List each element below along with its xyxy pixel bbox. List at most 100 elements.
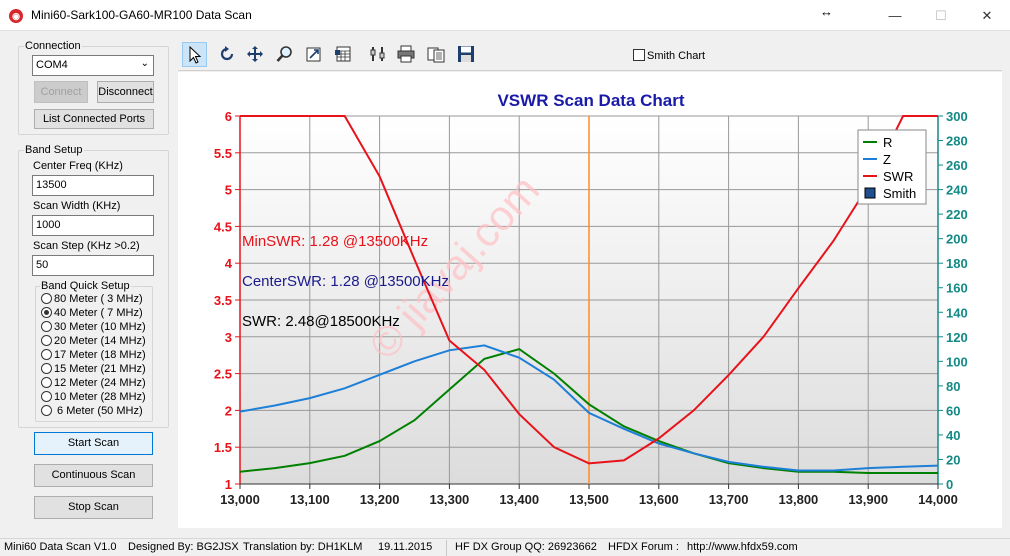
y-left-tick-label: 1.5 — [214, 440, 232, 455]
smith-chart-label: Smith Chart — [647, 50, 706, 62]
x-tick-label: 13,100 — [290, 492, 330, 507]
y-right-tick-label: 140 — [946, 305, 968, 320]
connect-button[interactable]: Connect — [34, 81, 88, 103]
band-radio-label: 30 Meter (10 MHz) — [54, 321, 146, 333]
band-radio-option[interactable]: 10 Meter (28 MHz) — [41, 391, 146, 404]
radio-button-icon[interactable] — [41, 307, 52, 318]
y-right-tick-label: 100 — [946, 354, 968, 369]
y-left-tick-label: 4.5 — [214, 219, 232, 234]
rotate-icon[interactable] — [215, 42, 240, 67]
maximize-button[interactable]: ☐ — [918, 0, 964, 31]
title-bar: ◉ Mini60-Sark100-GA60-MR100 Data Scan ↔ … — [0, 0, 1010, 31]
radio-button-icon[interactable] — [41, 391, 52, 402]
print-icon[interactable] — [394, 42, 419, 67]
export-icon[interactable] — [302, 42, 327, 67]
band-radio-label: 10 Meter (28 MHz) — [54, 391, 146, 403]
y-right-tick-label: 300 — [946, 109, 968, 124]
band-radio-option[interactable]: 15 Meter (21 MHz) — [41, 363, 146, 376]
start-scan-button[interactable]: Start Scan — [34, 432, 153, 455]
x-tick-label: 13,700 — [709, 492, 749, 507]
band-radio-option[interactable]: 40 Meter ( 7 MHz) — [41, 307, 143, 320]
y-right-tick-label: 0 — [946, 477, 953, 492]
legend-label: SWR — [883, 169, 913, 184]
resize-arrows-icon: ↔ — [820, 4, 833, 19]
y-left-tick-label: 4 — [225, 256, 233, 271]
status-designer: Designed By: BG2JSX — [128, 541, 239, 553]
y-right-tick-label: 280 — [946, 134, 968, 149]
x-tick-label: 13,600 — [639, 492, 679, 507]
y-left-tick-label: 2 — [225, 403, 232, 418]
copy-icon[interactable] — [424, 42, 449, 67]
scan-width-input[interactable]: 1000 — [32, 215, 154, 236]
band-radio-label: 6 Meter (50 MHz) — [54, 405, 143, 417]
radio-button-icon[interactable] — [41, 293, 52, 304]
status-bar: Mini60 Data Scan V1.0 Designed By: BG2JS… — [0, 538, 1010, 556]
y-left-tick-label: 2.5 — [214, 367, 232, 382]
y-right-tick-label: 160 — [946, 281, 968, 296]
com-port-value: COM4 — [36, 59, 68, 71]
smith-chart-checkbox[interactable]: Smith Chart — [633, 49, 705, 62]
x-tick-label: 13,300 — [430, 492, 470, 507]
status-separator — [446, 540, 447, 556]
radio-button-icon[interactable] — [41, 377, 52, 388]
window-title: Mini60-Sark100-GA60-MR100 Data Scan — [31, 8, 252, 22]
y-right-tick-label: 260 — [946, 158, 968, 173]
scan-step-input[interactable]: 50 — [32, 255, 154, 276]
y-right-tick-label: 20 — [946, 452, 960, 467]
legend-label: R — [883, 135, 892, 150]
chart-toolbar — [178, 40, 1002, 71]
y-right-tick-label: 220 — [946, 207, 968, 222]
status-url[interactable]: http://www.hfdx59.com — [687, 541, 798, 553]
center-freq-label: Center Freq (KHz) — [33, 160, 123, 172]
com-port-select[interactable]: COM4 ⌄ — [32, 55, 154, 76]
pan-icon[interactable] — [243, 42, 268, 67]
band-radio-option[interactable]: 20 Meter (14 MHz) — [41, 335, 146, 348]
radio-button-icon[interactable] — [41, 321, 52, 332]
y-right-tick-label: 80 — [946, 379, 960, 394]
band-radio-label: 20 Meter (14 MHz) — [54, 335, 146, 347]
band-radio-option[interactable]: 80 Meter ( 3 MHz) — [41, 293, 143, 306]
pointer-icon[interactable] — [182, 42, 207, 67]
y-left-tick-label: 3.5 — [214, 293, 232, 308]
x-tick-label: 13,900 — [848, 492, 888, 507]
disconnect-button[interactable]: Disconnect — [97, 81, 154, 103]
y-right-tick-label: 60 — [946, 403, 960, 418]
minimize-button[interactable]: — — [872, 0, 918, 31]
x-tick-label: 13,400 — [499, 492, 539, 507]
y-left-tick-label: 5 — [225, 183, 232, 198]
band-radio-label: 40 Meter ( 7 MHz) — [54, 307, 143, 319]
x-tick-label: 13,500 — [569, 492, 609, 507]
y-right-tick-label: 240 — [946, 183, 968, 198]
settings-icon[interactable] — [366, 42, 391, 67]
band-radio-option[interactable]: 17 Meter (18 MHz) — [41, 349, 146, 362]
band-radio-option[interactable]: 12 Meter (24 MHz) — [41, 377, 146, 390]
band-radio-option[interactable]: 30 Meter (10 MHz) — [41, 321, 146, 334]
list-ports-button[interactable]: List Connected Ports — [34, 109, 154, 129]
save-icon[interactable] — [454, 42, 479, 67]
radio-button-icon[interactable] — [41, 349, 52, 360]
radio-button-icon[interactable] — [41, 335, 52, 346]
x-tick-label: 13,200 — [360, 492, 400, 507]
band-radio-option[interactable]: 6 Meter (50 MHz) — [41, 405, 143, 418]
legend-label: Z — [883, 152, 891, 167]
continuous-scan-button[interactable]: Continuous Scan — [34, 464, 153, 487]
legend-label: Smith — [883, 186, 916, 201]
close-button[interactable]: ✕ — [964, 0, 1010, 31]
data-grid-icon[interactable] — [331, 42, 356, 67]
chevron-down-icon: ⌄ — [140, 58, 149, 69]
chart-area[interactable]: VSWR Scan Data Chart © jiavaj.com 1 1.5 2 2.5… — [178, 72, 1002, 528]
connection-group-label: Connection — [24, 40, 82, 52]
y-left-tick-label: 6 — [225, 109, 232, 124]
x-tick-label: 13,800 — [779, 492, 819, 507]
band-quick-setup-label: Band Quick Setup — [40, 280, 131, 292]
y-left-tick-label: 5.5 — [214, 146, 232, 161]
status-group: HF DX Group QQ: 26923662 — [455, 541, 597, 553]
stop-scan-button[interactable]: Stop Scan — [34, 496, 153, 519]
y-left-tick-label: 1 — [225, 477, 232, 492]
zoom-icon[interactable] — [273, 42, 298, 67]
radio-button-icon[interactable] — [41, 405, 52, 416]
band-radio-label: 15 Meter (21 MHz) — [54, 363, 146, 375]
swr-annotation: MinSWR: 1.28 @13500KHz — [242, 233, 428, 250]
radio-button-icon[interactable] — [41, 363, 52, 374]
center-freq-input[interactable]: 13500 — [32, 175, 154, 196]
